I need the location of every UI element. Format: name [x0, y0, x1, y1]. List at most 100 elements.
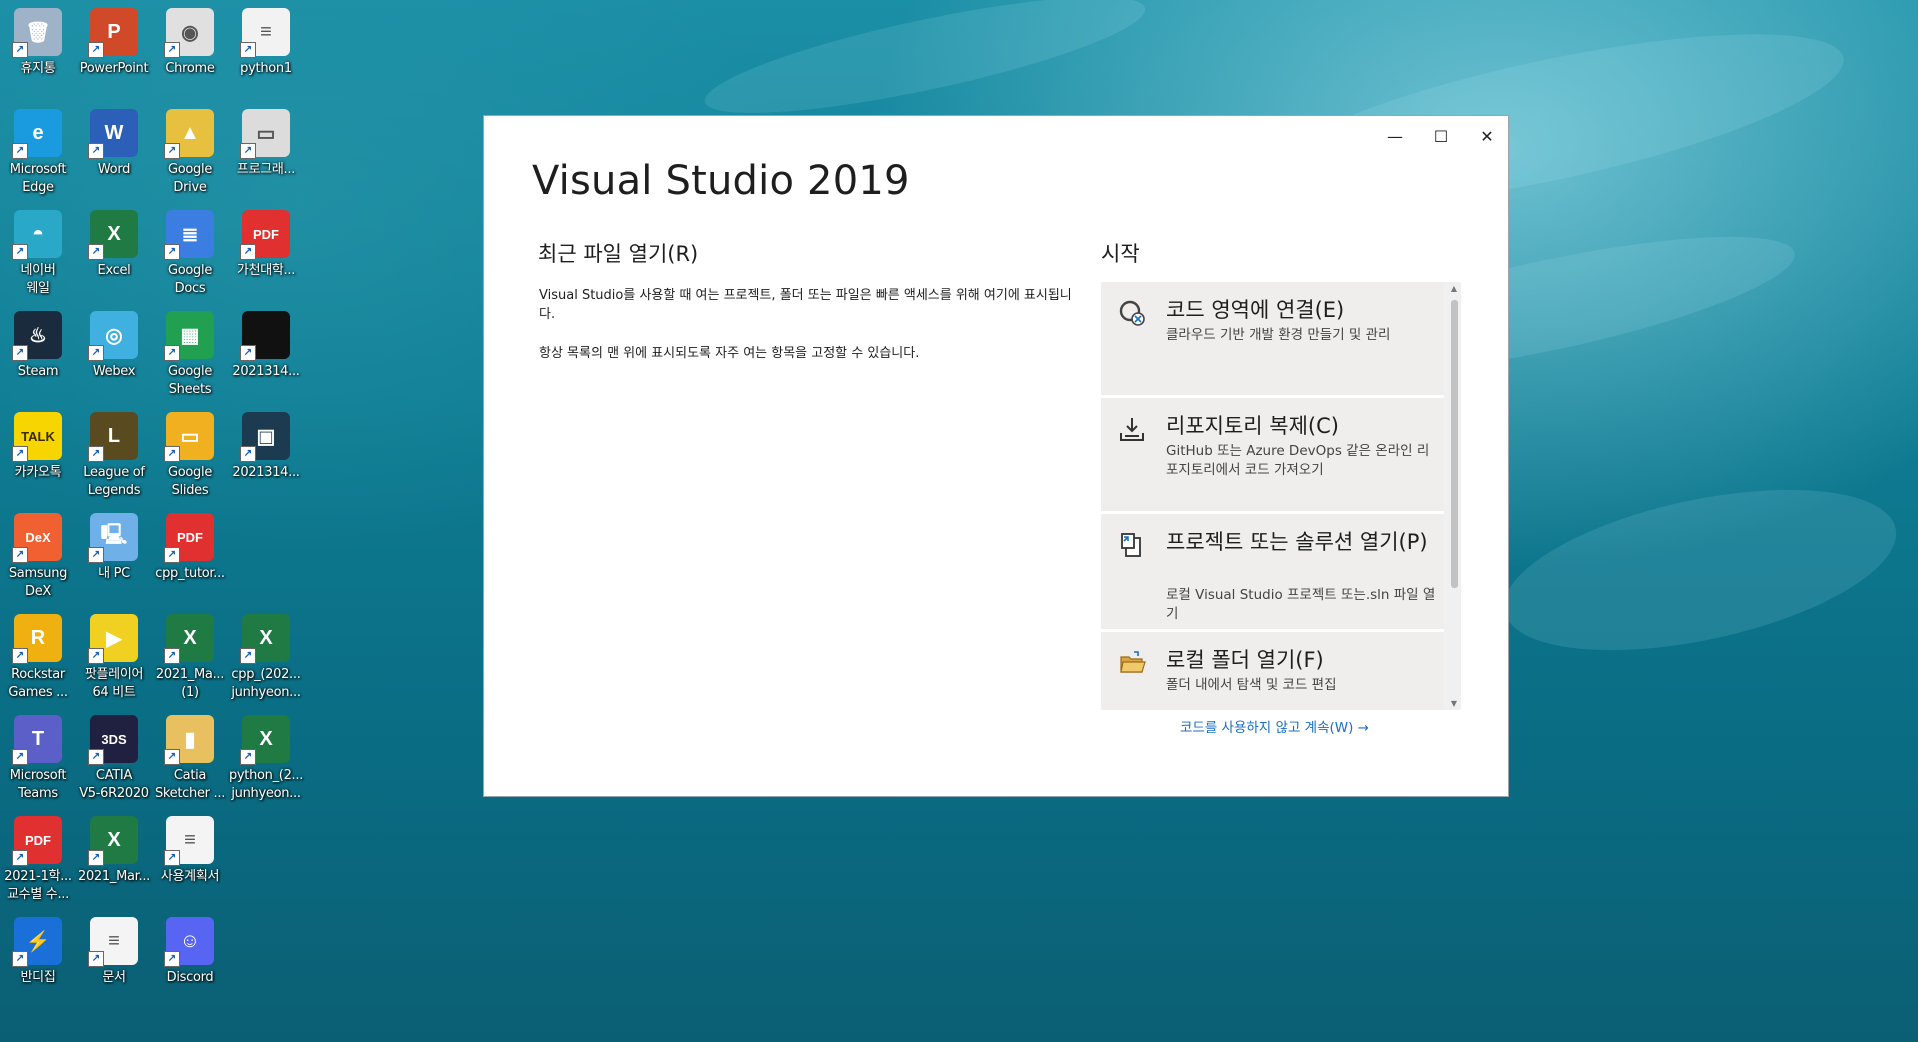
document-icon: ≡ ↗: [240, 8, 290, 58]
desktop-icon[interactable]: X ↗ 2021_Mar...: [76, 816, 152, 886]
desktop-icon-label: Google Drive: [167, 162, 213, 195]
shortcut-arrow-icon: ↗: [240, 749, 256, 765]
desktop-icon-label: Webex: [92, 364, 136, 379]
desktop-icon-label: CATIA V5-6R2020: [79, 768, 149, 801]
desktop-icon[interactable]: e ↗ Microsoft Edge: [0, 109, 76, 197]
desktop-icon[interactable]: ▭ ↗ Google Slides: [152, 412, 228, 500]
desktop-icon[interactable]: ≣ ↗ Google Docs: [152, 210, 228, 298]
start-panel-scrollbar[interactable]: ▲ ▼: [1447, 282, 1461, 710]
window-icon: ▭ ↗: [240, 109, 290, 159]
desktop-icon-label: Catia Sketcher ...: [154, 768, 226, 801]
desktop-icon[interactable]: L ↗ League of Legends: [76, 412, 152, 500]
desktop-icon[interactable]: X ↗ cpp_(202... junhyeon...: [228, 614, 304, 702]
whale-icon: ◓ ↗: [12, 210, 62, 260]
desktop-icon[interactable]: ▶ ↗ 팟플레이어 64 비트: [76, 614, 152, 702]
desktop-icon[interactable]: ⚡ ↗ 반디집: [0, 917, 76, 987]
desktop-icon[interactable]: ≡ ↗ 사용계획서: [152, 816, 228, 886]
google-docs-icon: ≣ ↗: [164, 210, 214, 260]
edge-icon: e ↗: [12, 109, 62, 159]
document-icon: ≡ ↗: [164, 816, 214, 866]
card-description: 로컬 Visual Studio 프로젝트 또는.sln 파일 열기: [1166, 587, 1436, 622]
desktop-icon-label: 프로그래...: [236, 162, 296, 177]
desktop-icon[interactable]: 3DS ↗ CATIA V5-6R2020: [76, 715, 152, 803]
desktop-icon[interactable]: ♨ ↗ Steam: [0, 311, 76, 381]
desktop-icon[interactable]: X ↗ Excel: [76, 210, 152, 280]
open-local-folder-card[interactable]: 로컬 폴더 열기(F) 폴더 내에서 탐색 및 코드 편집: [1101, 632, 1444, 710]
scroll-up-arrow-icon[interactable]: ▲: [1449, 284, 1459, 293]
desktop-icon[interactable]: W ↗ Word: [76, 109, 152, 179]
open-project-icon: [1117, 530, 1147, 560]
computer-icon: 🖳 ↗: [88, 513, 138, 563]
discord-icon: ☺ ↗: [164, 917, 214, 967]
desktop-icon[interactable]: R ↗ Rockstar Games ...: [0, 614, 76, 702]
shortcut-arrow-icon: ↗: [240, 244, 256, 260]
powerpoint-icon: P ↗: [88, 8, 138, 58]
desktop-icon-label: Samsung DeX: [8, 566, 68, 599]
desktop-icon[interactable]: ▮ ↗ Catia Sketcher ...: [152, 715, 228, 803]
open-folder-icon: [1117, 648, 1147, 678]
steam-icon: ♨ ↗: [12, 311, 62, 361]
desktop-icon[interactable]: T ↗ Microsoft Teams: [0, 715, 76, 803]
desktop-icon-label: python_(2... junhyeon...: [228, 768, 304, 801]
minimize-button[interactable]: —: [1372, 122, 1418, 152]
excel-file-icon: X ↗: [240, 715, 290, 765]
desktop-icon-label: Google Slides: [167, 465, 213, 498]
desktop-icon-label: 2021314...: [232, 364, 300, 379]
desktop-icon[interactable]: PDF ↗ 가천대학...: [228, 210, 304, 280]
excel-file-icon: X ↗: [240, 614, 290, 664]
desktop-icon[interactable]: 🖳 ↗ 내 PC: [76, 513, 152, 583]
connect-codespace-card[interactable]: 코드 영역에 연결(E) 클라우드 기반 개발 환경 만들기 및 관리: [1101, 282, 1444, 398]
scroll-down-arrow-icon[interactable]: ▼: [1449, 699, 1459, 708]
desktop-icon[interactable]: PDF ↗ 2021-1학... 교수별 수...: [0, 816, 76, 904]
desktop-icon-label: Google Docs: [167, 263, 213, 296]
desktop-icon[interactable]: ≡ ↗ python1: [228, 8, 304, 78]
shortcut-arrow-icon: ↗: [12, 951, 28, 967]
desktop-icon-label: 2021314...: [232, 465, 300, 480]
desktop-icon[interactable]: X ↗ 2021_Ma... (1): [152, 614, 228, 702]
desktop-icon[interactable]: 🗑 ↗ 휴지통: [0, 8, 76, 78]
desktop-icon-label: python1: [240, 61, 292, 76]
desktop-icon[interactable]: TALK ↗ 카카오톡: [0, 412, 76, 482]
scrollbar-thumb[interactable]: [1451, 300, 1458, 588]
chrome-icon: ◉ ↗: [164, 8, 214, 58]
shortcut-arrow-icon: ↗: [88, 648, 104, 664]
google-slides-icon: ▭ ↗: [164, 412, 214, 462]
card-title: 코드 영역에 연결(E): [1166, 298, 1345, 322]
recycle-bin-icon: 🗑 ↗: [12, 8, 62, 58]
desktop-icon[interactable]: ▦ ↗ Google Sheets: [152, 311, 228, 399]
shortcut-arrow-icon: ↗: [164, 446, 180, 462]
desktop-icon-label: cpp_(202... junhyeon...: [231, 667, 301, 700]
desktop-icon-label: 팟플레이어 64 비트: [84, 667, 144, 700]
desktop-icon[interactable]: P ↗ PowerPoint: [76, 8, 152, 78]
desktop-icon-label: 카카오톡: [14, 465, 62, 480]
shortcut-arrow-icon: ↗: [240, 345, 256, 361]
open-project-card[interactable]: 프로젝트 또는 솔루션 열기(P) 로컬 Visual Studio 프로젝트 …: [1101, 514, 1444, 632]
desktop-icon[interactable]: ☺ ↗ Discord: [152, 917, 228, 987]
desktop-icon[interactable]: ▭ ↗ 프로그래...: [228, 109, 304, 179]
desktop-icon[interactable]: X ↗ python_(2... junhyeon...: [228, 715, 304, 803]
clone-repository-card[interactable]: 리포지토리 복제(C) GitHub 또는 Azure DevOps 같은 온라…: [1101, 398, 1444, 514]
desktop-icon[interactable]: DeX ↗ Samsung DeX: [0, 513, 76, 601]
desktop-icon-label: Microsoft Edge: [9, 162, 67, 195]
close-button[interactable]: ✕: [1464, 122, 1510, 152]
desktop-icon[interactable]: ◉ ↗ Chrome: [152, 8, 228, 78]
card-description: GitHub 또는 Azure DevOps 같은 온라인 리포지토리에서 코드…: [1166, 443, 1430, 478]
desktop: 🗑 ↗ 휴지통 P ↗ PowerPoint ◉ ↗ Chrome ≡ ↗ python1 e ↗ Micr…: [0, 0, 310, 1042]
desktop-icon-label: 문서: [102, 970, 126, 985]
desktop-icon[interactable]: ▣ ↗ 2021314...: [228, 412, 304, 482]
desktop-icon[interactable]: ▲ ↗ Google Drive: [152, 109, 228, 197]
webex-icon: ◎ ↗: [88, 311, 138, 361]
continue-without-code-link[interactable]: 코드를 사용하지 않고 계속(W) →: [1180, 716, 1369, 736]
desktop-icon[interactable]: ◎ ↗ Webex: [76, 311, 152, 381]
video-icon: ▣ ↗: [240, 412, 290, 462]
desktop-icon[interactable]: ↗ 2021314...: [228, 311, 304, 381]
shortcut-arrow-icon: ↗: [164, 850, 180, 866]
desktop-icon[interactable]: ≡ ↗ 문서: [76, 917, 152, 987]
maximize-button[interactable]: ☐: [1418, 122, 1464, 152]
word-icon: W ↗: [88, 109, 138, 159]
shortcut-arrow-icon: ↗: [12, 850, 28, 866]
desktop-icon[interactable]: ◓ ↗ 네이버 웨일: [0, 210, 76, 298]
shortcut-arrow-icon: ↗: [88, 547, 104, 563]
desktop-icon[interactable]: PDF ↗ cpp_tutor...: [152, 513, 228, 583]
desktop-icon-label: Excel: [97, 263, 131, 278]
